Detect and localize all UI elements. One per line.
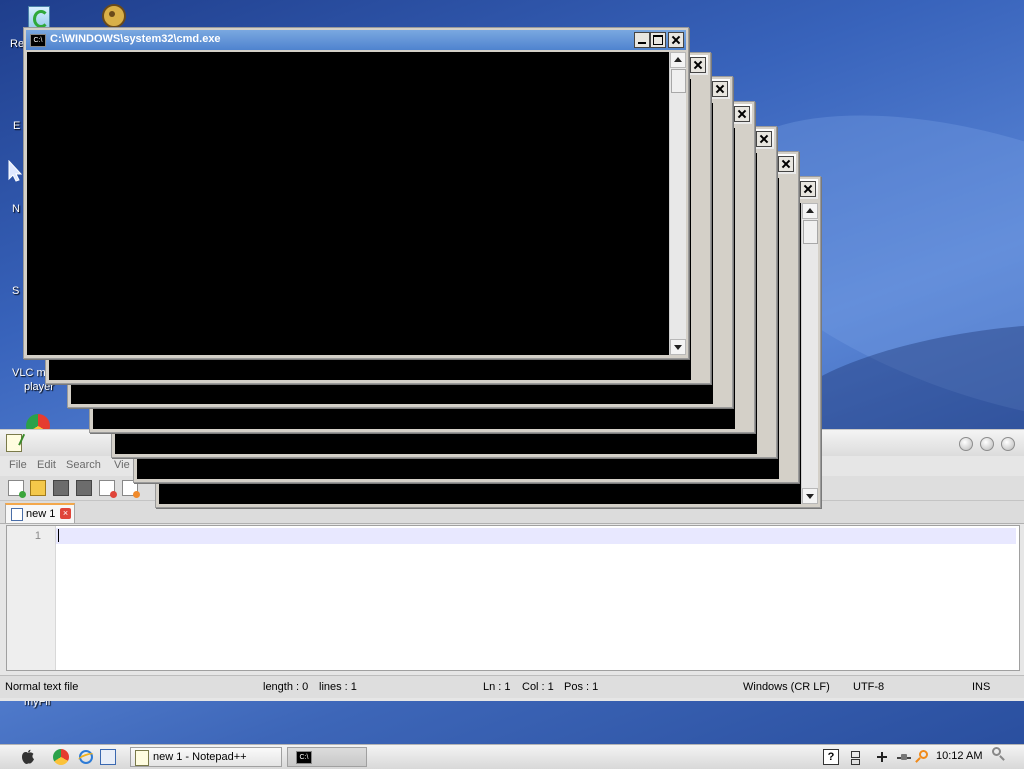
minimize-button[interactable]	[634, 32, 650, 48]
menu-search[interactable]: Search	[66, 459, 101, 471]
network-icon[interactable]	[847, 749, 863, 765]
cmd-title-bar[interactable]: C:\ C:\WINDOWS\system32\cmd.exe	[26, 30, 686, 50]
status-bar: Normal text file length : 0 lines : 1 Ln…	[0, 675, 1024, 698]
save-all-icon[interactable]	[76, 480, 92, 496]
desktop-label-4: S	[12, 285, 20, 297]
document-icon	[11, 508, 23, 521]
text-caret	[58, 529, 59, 542]
status-eol: Windows (CR LF)	[743, 681, 830, 693]
close-button[interactable]	[756, 131, 772, 147]
menu-edit[interactable]: Edit	[37, 459, 56, 471]
text-editor[interactable]: 1	[6, 525, 1020, 671]
scroll-down-arrow[interactable]	[670, 339, 686, 355]
status-encoding: UTF-8	[853, 681, 885, 693]
status-ln: Ln : 1	[483, 681, 511, 693]
desktop-label-3: N	[12, 203, 20, 215]
status-lines: lines : 1	[319, 681, 357, 693]
connection-icon[interactable]	[896, 749, 912, 765]
tab-label: new 1	[26, 508, 56, 520]
line-number-gutter: 1	[7, 526, 56, 670]
status-file-type: Normal text file	[5, 681, 79, 693]
close-button[interactable]	[800, 181, 816, 197]
scroll-thumb[interactable]	[671, 69, 686, 93]
internet-explorer-icon[interactable]	[77, 749, 95, 765]
taskbar: new 1 - Notepad++ C:\ ? 10:12 AM	[0, 744, 1024, 769]
scroll-thumb[interactable]	[803, 220, 818, 244]
chrome-taskbar-icon[interactable]	[53, 749, 69, 765]
close-button[interactable]	[690, 57, 706, 73]
menu-view[interactable]: Vie	[114, 459, 130, 471]
desktop-label-recycle-bin: Re	[10, 38, 25, 50]
notepad-app-icon	[6, 434, 22, 452]
close-button[interactable]	[712, 81, 728, 97]
open-folder-icon[interactable]	[30, 480, 46, 496]
status-pos: Pos : 1	[564, 681, 599, 693]
maximize-button[interactable]	[650, 32, 666, 48]
close-button[interactable]	[668, 32, 684, 48]
film-reel-icon[interactable]	[100, 2, 130, 30]
new-file-icon[interactable]	[8, 480, 26, 498]
cmd-window-active[interactable]: C:\ C:\WINDOWS\system32\cmd.exe	[23, 27, 689, 359]
plus-icon[interactable]	[874, 749, 890, 765]
cursor-arrow-icon	[8, 159, 23, 182]
taskbar-cmd-button[interactable]: C:\	[287, 747, 367, 767]
tab-new-1[interactable]: new 1 ×	[5, 503, 75, 523]
close-file-icon[interactable]	[99, 480, 117, 498]
cmd-window-icon: C:\	[30, 34, 46, 47]
close-button[interactable]	[778, 156, 794, 172]
tab-close-icon[interactable]: ×	[60, 508, 71, 519]
current-line-highlight	[56, 528, 1016, 544]
taskbar-notepad-label: new 1 - Notepad++	[153, 751, 247, 763]
scroll-down-arrow[interactable]	[802, 488, 818, 504]
chrome-icon[interactable]	[26, 412, 50, 438]
status-mode: INS	[972, 681, 991, 693]
console-area[interactable]	[27, 52, 669, 355]
search-key-icon[interactable]	[914, 749, 930, 765]
notepad-taskbar-icon	[135, 750, 149, 766]
line-number: 1	[34, 530, 41, 542]
desktop-label-vlc: VLC m	[12, 367, 46, 379]
close-button[interactable]	[734, 106, 750, 122]
status-length: length : 0	[263, 681, 309, 693]
scroll-up-arrow[interactable]	[802, 203, 818, 219]
magnifier-icon[interactable]	[990, 746, 1006, 762]
desktop-label-2: E	[13, 120, 21, 132]
cmd-window-title: C:\WINDOWS\system32\cmd.exe	[50, 33, 221, 45]
taskbar-notepad-button[interactable]: new 1 - Notepad++	[130, 747, 282, 767]
vertical-scrollbar[interactable]	[801, 203, 818, 504]
maximize-circle-icon[interactable]	[980, 437, 994, 451]
apple-icon[interactable]	[20, 749, 36, 765]
help-icon[interactable]: ?	[823, 749, 839, 765]
taskbar-clock[interactable]: 10:12 AM	[936, 750, 982, 762]
minimize-circle-icon[interactable]	[959, 437, 973, 451]
save-icon[interactable]	[53, 480, 69, 496]
cmd-taskbar-icon: C:\	[296, 751, 312, 764]
status-col: Col : 1	[522, 681, 554, 693]
close-circle-icon[interactable]	[1001, 437, 1015, 451]
show-desktop-icon[interactable]	[100, 749, 116, 765]
scroll-up-arrow[interactable]	[670, 52, 686, 68]
menu-file[interactable]: File	[9, 459, 27, 471]
vertical-scrollbar[interactable]	[669, 52, 686, 355]
